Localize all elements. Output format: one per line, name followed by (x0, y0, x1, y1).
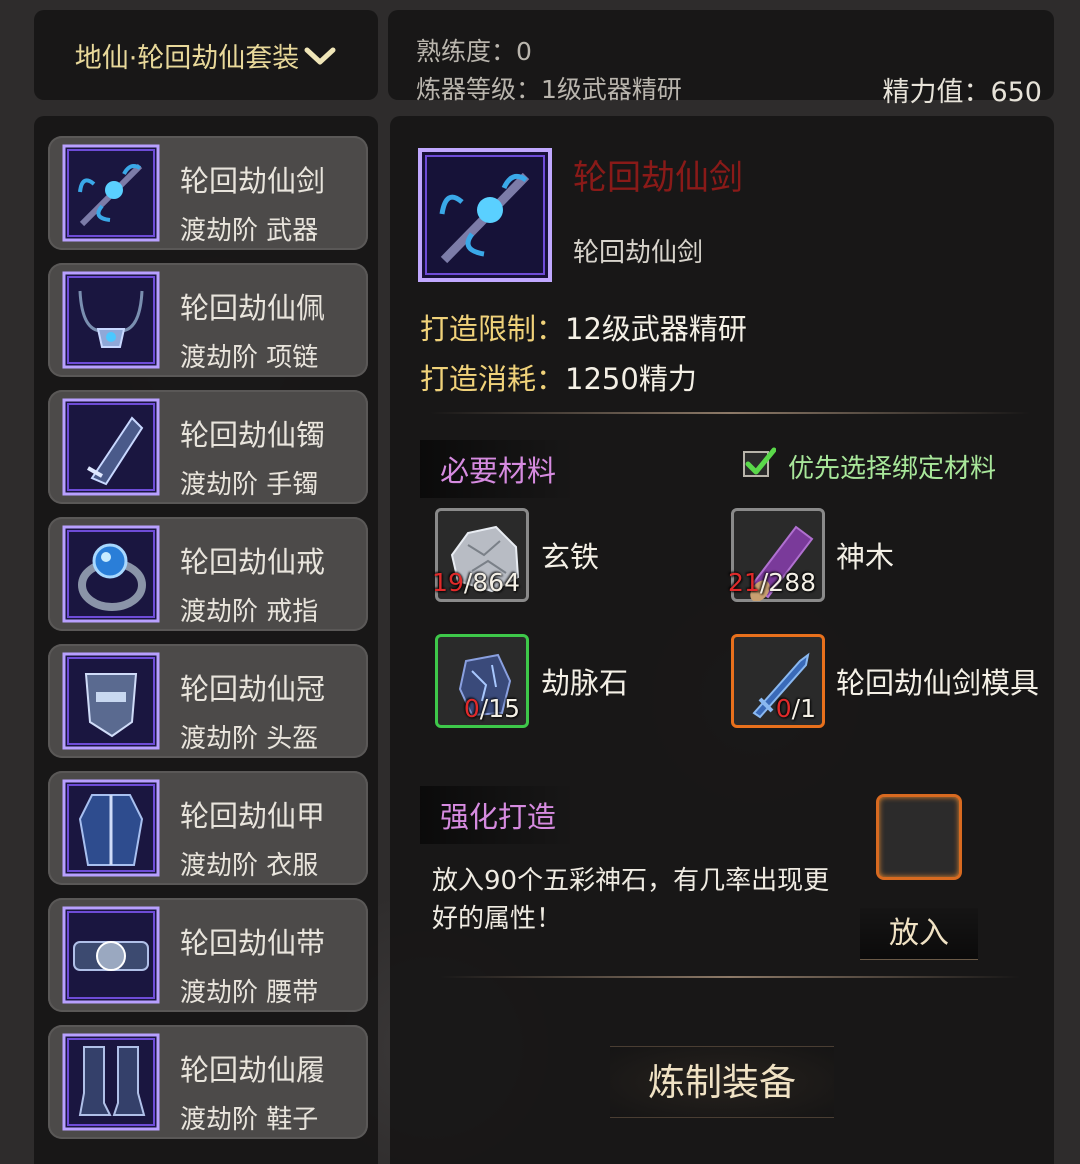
material-count: 0/15 (463, 694, 520, 723)
enhance-description: 放入90个五彩神石，有几率出现更好的属性！ (432, 866, 830, 934)
material-name: 玄铁 (541, 540, 600, 574)
equipment-subtitle: 渡劫阶 衣服 (180, 851, 319, 881)
equipment-name: 轮回劫仙戒 (180, 545, 326, 579)
material-slot-vein-stone[interactable]: 0/15 (435, 634, 529, 728)
forge-limit-value: 12级武器精研 (565, 312, 747, 346)
equipment-item-bracelet[interactable]: 轮回劫仙镯 渡劫阶 手镯 (48, 390, 368, 504)
bracelet-icon (62, 398, 160, 496)
material-count: 0/1 (775, 694, 816, 723)
ring-icon (62, 525, 160, 623)
craft-equipment-button[interactable]: 炼制装备 (610, 1046, 834, 1118)
equipment-item-sword[interactable]: 轮回劫仙剑 渡劫阶 武器 (48, 136, 368, 250)
material-count: 19/864 (432, 568, 520, 597)
sword-icon (418, 148, 552, 282)
enhance-slot[interactable] (876, 794, 962, 880)
equipment-name: 轮回劫仙剑 (180, 164, 326, 198)
prefer-bound-label[interactable]: 优先选择绑定材料 (788, 448, 996, 485)
item-subtitle: 轮回劫仙剑 (573, 238, 704, 268)
stats-panel: 熟练度：0 炼器等级：1级武器精研 精力值：650 (388, 10, 1054, 108)
helmet-icon (62, 652, 160, 750)
forge-level-text: 炼器等级：1级武器精研 (416, 75, 682, 104)
sword-icon (62, 144, 160, 242)
materials-section-title: 必要材料 (420, 440, 577, 498)
equipment-subtitle: 渡劫阶 项链 (180, 343, 319, 373)
equipment-item-boots[interactable]: 轮回劫仙履 渡劫阶 鞋子 (48, 1025, 368, 1139)
equipment-subtitle: 渡劫阶 手镯 (180, 470, 319, 500)
equipment-subtitle: 渡劫阶 腰带 (180, 978, 319, 1008)
forge-cost: 打造消耗：1250精力 (420, 356, 697, 398)
equipment-item-ring[interactable]: 轮回劫仙戒 渡劫阶 戒指 (48, 517, 368, 631)
enhance-section-title: 强化打造 (420, 786, 577, 844)
equipment-subtitle: 渡劫阶 鞋子 (180, 1105, 319, 1135)
chevron-down-icon (304, 47, 336, 65)
set-selector[interactable]: 地仙·轮回劫仙套装 (34, 10, 378, 100)
belt-icon (62, 906, 160, 1004)
equipment-item-helmet[interactable]: 轮回劫仙冠 渡劫阶 头盔 (48, 644, 368, 758)
equipment-name: 轮回劫仙带 (180, 926, 326, 960)
equipment-name: 轮回劫仙冠 (180, 672, 326, 706)
put-in-button[interactable]: 放入 (860, 908, 978, 960)
material-name: 轮回劫仙剑模具 (836, 666, 1040, 700)
forge-cost-label: 打造消耗： (420, 362, 566, 396)
material-count: 21/288 (728, 568, 816, 597)
divider (440, 976, 1020, 978)
material-name: 劫脉石 (541, 666, 629, 700)
equipment-item-belt[interactable]: 轮回劫仙带 渡劫阶 腰带 (48, 898, 368, 1012)
material-name: 神木 (836, 540, 895, 574)
equipment-item-necklace[interactable]: 轮回劫仙佩 渡劫阶 项链 (48, 263, 368, 377)
forge-cost-value: 1250精力 (565, 362, 697, 396)
set-name: 地仙·轮回劫仙套装 (74, 42, 300, 74)
equipment-subtitle: 渡劫阶 头盔 (180, 724, 319, 754)
material-slot-sword-mold[interactable]: 0/1 (731, 634, 825, 728)
armor-icon (62, 779, 160, 877)
equipment-name: 轮回劫仙镯 (180, 418, 326, 452)
item-title: 轮回劫仙剑 (573, 158, 743, 198)
necklace-icon (62, 271, 160, 369)
equipment-name: 轮回劫仙履 (180, 1053, 326, 1087)
prefer-bound-checkbox[interactable] (742, 446, 776, 480)
boots-icon (62, 1033, 160, 1131)
equipment-subtitle: 渡劫阶 戒指 (180, 597, 319, 627)
energy-value: 精力值：650 (882, 77, 1042, 108)
forge-limit: 打造限制：12级武器精研 (420, 306, 747, 348)
proficiency-text: 熟练度：0 (416, 37, 532, 66)
material-slot-iron[interactable]: 19/864 (432, 508, 529, 602)
forge-limit-label: 打造限制： (420, 312, 566, 346)
equipment-name: 轮回劫仙甲 (180, 799, 326, 833)
divider (430, 412, 1030, 414)
material-slot-wood[interactable]: 21/288 (728, 508, 825, 602)
equipment-subtitle: 渡劫阶 武器 (180, 216, 319, 246)
equipment-name: 轮回劫仙佩 (180, 291, 326, 325)
equipment-item-armor[interactable]: 轮回劫仙甲 渡劫阶 衣服 (48, 771, 368, 885)
